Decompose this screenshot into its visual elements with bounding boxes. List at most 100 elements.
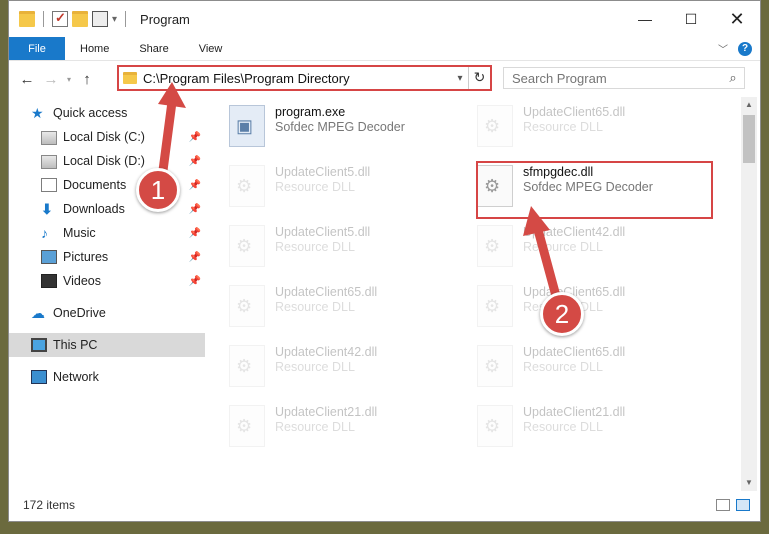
explorer-window: ▾ Program — ☐ ✕ File Home Share View ﹀ ?… (8, 0, 761, 522)
file-tile[interactable]: UpdateClient65.dllResource DLL (453, 99, 693, 153)
network-icon (31, 370, 47, 384)
sidebar-item-label: Documents (63, 178, 127, 192)
tab-file[interactable]: File (9, 37, 65, 60)
dll-file-icon (229, 285, 265, 327)
pictures-icon (41, 250, 57, 264)
navigation-bar: ← → ▾ ↑ C:\Program Files\Program Directo… (9, 63, 760, 95)
file-list: program.exeSofdec MPEG Decoder UpdateCli… (205, 97, 741, 491)
ribbon-right: ﹀ ? (718, 37, 760, 60)
sidebar-item-this-pc[interactable]: This PC (9, 333, 205, 357)
pin-icon: 📌 (188, 203, 201, 215)
pin-icon: 📌 (188, 251, 201, 263)
sidebar-item-videos[interactable]: Videos 📌 (9, 269, 205, 293)
file-tile[interactable]: UpdateClient42.dllResource DLL (205, 339, 445, 393)
forward-button[interactable]: → (39, 71, 63, 88)
file-tile[interactable]: UpdateClient5.dllResource DLL (205, 219, 445, 273)
recent-locations-icon[interactable]: ▾ (63, 75, 75, 84)
status-bar: 172 items (9, 495, 760, 515)
disk-icon (41, 155, 57, 169)
tab-view[interactable]: View (184, 37, 238, 60)
sidebar-item-music[interactable]: ♪ Music 📌 (9, 221, 205, 245)
file-name: UpdateClient5.dll (275, 165, 371, 179)
search-icon[interactable]: ⌕ (722, 70, 744, 86)
refresh-icon[interactable]: ↻ (468, 67, 490, 89)
videos-icon (41, 274, 57, 288)
sidebar-item-network[interactable]: Network (9, 365, 205, 389)
quick-access-toolbar: ▾ (19, 10, 130, 27)
file-tile[interactable]: UpdateClient21.dllResource DLL (453, 399, 693, 453)
address-bar[interactable]: C:\Program Files\Program Directory ▾ ↻ (117, 65, 492, 91)
properties-check-icon[interactable] (52, 10, 68, 27)
file-tile[interactable]: UpdateClient65.dllResource DLL (205, 279, 445, 333)
file-tile[interactable]: UpdateClient65.dllResource DLL (453, 339, 693, 393)
expand-ribbon-icon[interactable]: ﹀ (718, 41, 728, 56)
scroll-down-icon[interactable]: ▼ (741, 475, 757, 491)
file-tile[interactable]: program.exeSofdec MPEG Decoder (205, 99, 445, 153)
dll-file-icon (477, 345, 513, 387)
file-description: Resource DLL (275, 240, 355, 254)
divider (125, 11, 127, 27)
sidebar-item-onedrive[interactable]: ☁ OneDrive (9, 301, 205, 325)
documents-icon (41, 178, 57, 192)
sidebar-item-label: Videos (63, 274, 101, 288)
this-pc-icon (31, 338, 47, 352)
folder-icon (123, 72, 137, 84)
file-tile[interactable]: UpdateClient5.dllResource DLL (205, 159, 445, 213)
file-tile[interactable]: UpdateClient21.dllResource DLL (205, 399, 445, 453)
file-description: Resource DLL (275, 300, 355, 314)
large-icons-view-icon[interactable] (736, 499, 750, 511)
dll-file-icon (229, 405, 265, 447)
sidebar-item-local-disk-c[interactable]: Local Disk (C:) 📌 (9, 125, 205, 149)
maximize-button[interactable]: ☐ (668, 1, 714, 37)
sidebar-item-label: Downloads (63, 202, 125, 216)
view-switcher (716, 499, 750, 511)
vertical-scrollbar[interactable]: ▲ ▼ (741, 97, 757, 491)
file-tile[interactable]: UpdateClient42.dllResource DLL (453, 219, 693, 273)
scroll-thumb[interactable] (743, 115, 755, 163)
address-dropdown-icon[interactable]: ▾ (452, 73, 468, 84)
details-view-icon[interactable] (716, 499, 730, 511)
pin-icon: 📌 (188, 275, 201, 287)
help-icon[interactable]: ? (738, 41, 752, 56)
tab-home[interactable]: Home (65, 37, 124, 60)
sidebar-item-label: OneDrive (53, 306, 106, 320)
customize-icon[interactable] (92, 11, 108, 27)
search-input[interactable] (512, 70, 722, 86)
sidebar-item-label: This PC (53, 338, 98, 352)
file-description: Resource DLL (523, 360, 603, 374)
item-count: 172 items (23, 498, 76, 512)
up-button[interactable]: ↑ (75, 71, 99, 88)
qat-dropdown-icon[interactable]: ▾ (112, 14, 117, 25)
sidebar-item-label: Pictures (63, 250, 109, 264)
file-description: Resource DLL (523, 120, 603, 134)
sidebar-item-local-disk-d[interactable]: Local Disk (D:) 📌 (9, 149, 205, 173)
file-name: UpdateClient65.dll (275, 285, 378, 299)
music-icon: ♪ (41, 225, 48, 241)
callout-badge-1: 1 (136, 168, 180, 212)
dll-file-icon (229, 165, 265, 207)
new-folder-icon[interactable] (72, 11, 88, 27)
divider (43, 11, 44, 27)
file-name: UpdateClient65.dll (523, 345, 626, 359)
scroll-up-icon[interactable]: ▲ (741, 97, 757, 113)
sidebar-item-quick-access[interactable]: ★ Quick access (9, 101, 205, 125)
file-description: Resource DLL (523, 420, 603, 434)
highlight-box (476, 161, 713, 219)
sidebar-item-pictures[interactable]: Pictures 📌 (9, 245, 205, 269)
dll-file-icon (229, 345, 265, 387)
tab-share[interactable]: Share (124, 37, 183, 60)
close-button[interactable]: ✕ (714, 1, 760, 37)
search-box[interactable]: ⌕ (503, 67, 745, 89)
navigation-pane: ★ Quick access Local Disk (C:) 📌 Local D… (9, 101, 205, 491)
exe-file-icon (229, 105, 265, 147)
sidebar-item-label: Music (63, 226, 96, 240)
address-path[interactable]: C:\Program Files\Program Directory (143, 71, 452, 86)
file-name: UpdateClient5.dll (275, 225, 371, 239)
file-name: UpdateClient42.dll (275, 345, 378, 359)
back-button[interactable]: ← (15, 71, 39, 88)
title-bar: ▾ Program — ☐ ✕ (9, 1, 760, 37)
minimize-button[interactable]: — (622, 1, 668, 37)
dll-file-icon (477, 225, 513, 267)
file-name: UpdateClient65.dll (523, 105, 626, 119)
folder-icon[interactable] (19, 11, 35, 27)
